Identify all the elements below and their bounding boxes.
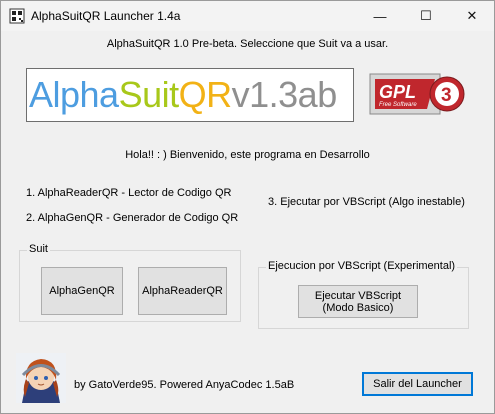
gpl-text: GPL <box>379 82 416 102</box>
close-button[interactable]: ✕ <box>449 1 495 31</box>
maximize-button[interactable]: ☐ <box>403 1 449 31</box>
launcher-window: AlphaSuitQR Launcher 1.4a — ☐ ✕ AlphaSui… <box>0 0 495 414</box>
alphagenqr-button[interactable]: AlphaGenQR <box>41 267 123 315</box>
option-vbscript-text: 3. Ejecutar por VBScript (Algo inestable… <box>268 196 465 208</box>
logo-version: v1.3ab <box>231 74 338 115</box>
logo-suit: Suit <box>118 74 180 115</box>
alphareaderqr-button[interactable]: AlphaReaderQR <box>138 267 227 315</box>
run-vbscript-label-line1: Ejecutar VBScript <box>314 289 402 302</box>
gpl-subtext: Free Software <box>379 102 417 108</box>
intro-text: AlphaSuitQR 1.0 Pre-beta. Seleccione que… <box>106 38 389 50</box>
logo-alpha: Alpha <box>29 74 119 115</box>
run-vbscript-button[interactable]: Ejecutar VBScript (Modo Basico) <box>298 285 418 318</box>
app-icon <box>9 8 25 24</box>
minimize-button[interactable]: — <box>357 1 403 31</box>
run-vbscript-label-line2: (Modo Basico) <box>322 301 394 314</box>
option-reader-text: 1. AlphaReaderQR - Lector de Codigo QR <box>26 187 232 199</box>
option-gen-text: 2. AlphaGenQR - Generador de Codigo QR <box>26 212 239 224</box>
alphasuitqr-logo: AlphaSuitQRv1.3ab <box>26 68 354 122</box>
title-bar[interactable]: AlphaSuitQR Launcher 1.4a — ☐ ✕ <box>1 1 494 31</box>
gpl-logo: GPL Free Software 3 <box>369 73 469 117</box>
credits-text: by GatoVerde95. Powered AnyaCodec 1.5aB <box>74 379 295 391</box>
vbscript-group-label: Ejecucion por VBScript (Experimental) <box>266 260 458 272</box>
window-title: AlphaSuitQR Launcher 1.4a <box>31 9 181 23</box>
gpl-version-number: 3 <box>441 85 452 106</box>
author-avatar <box>16 353 66 403</box>
welcome-text: Hola!! : ) Bienvenido, este programa en … <box>125 149 370 161</box>
logo-qr: QR <box>178 74 233 115</box>
suit-group-label: Suit <box>27 243 50 255</box>
exit-launcher-button[interactable]: Salir del Launcher <box>362 372 473 396</box>
